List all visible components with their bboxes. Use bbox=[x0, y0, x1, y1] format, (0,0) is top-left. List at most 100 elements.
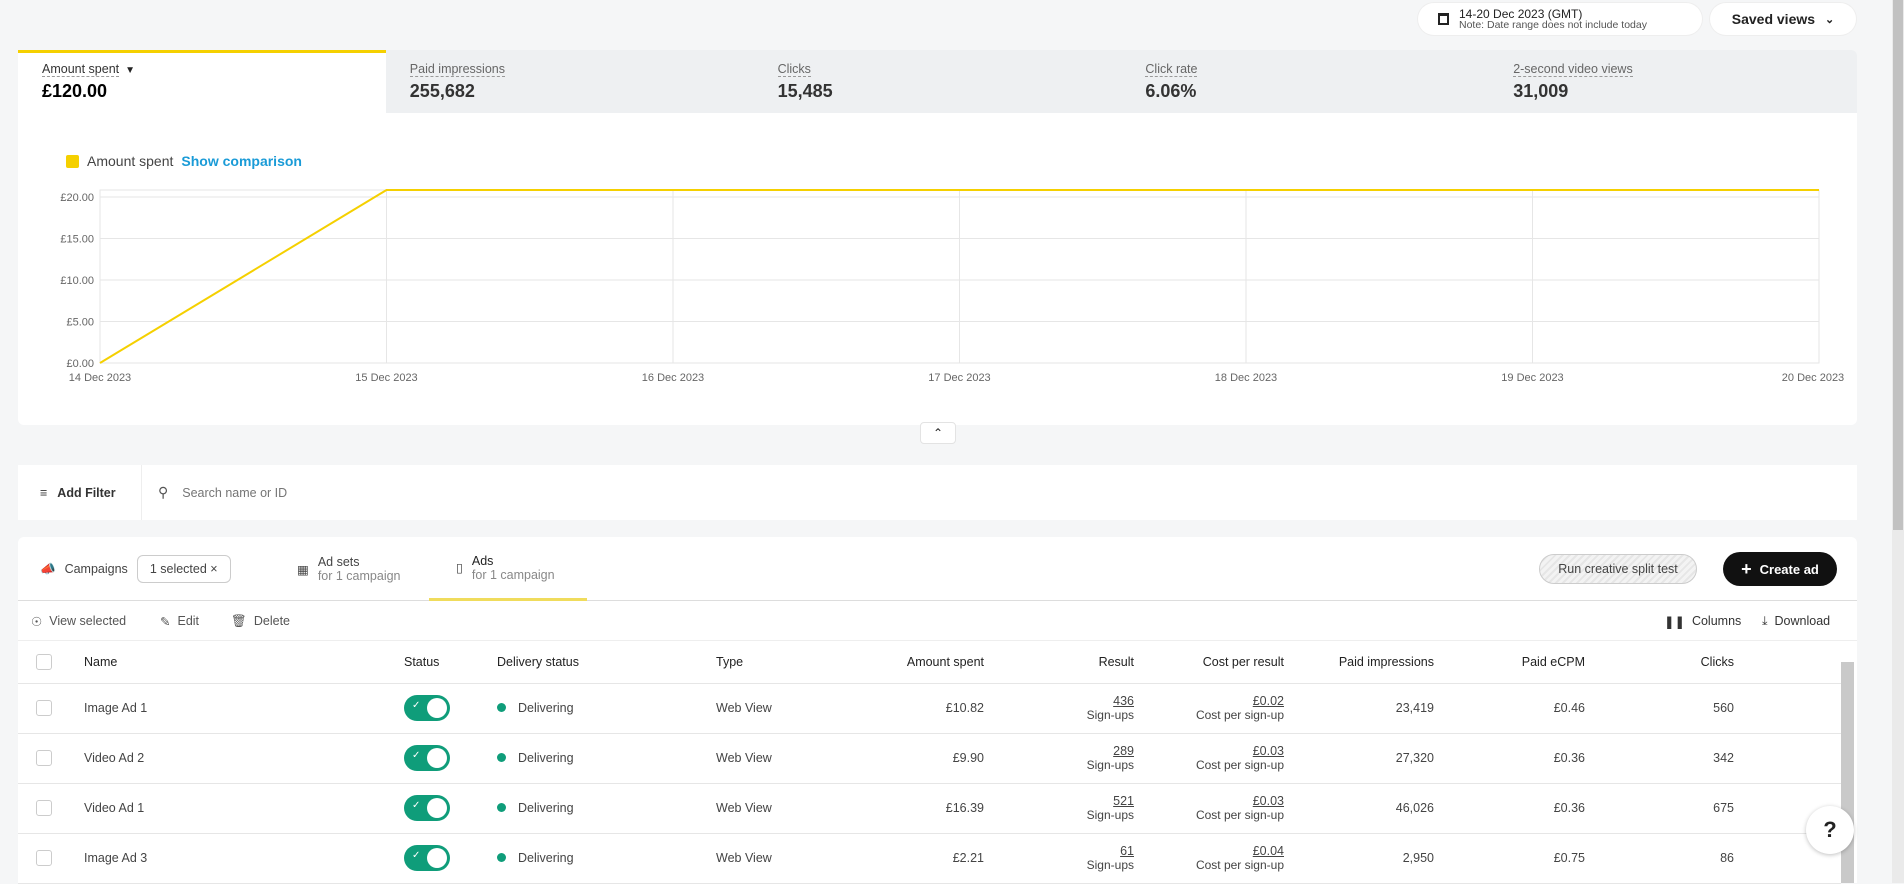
col-type[interactable]: Type bbox=[716, 642, 816, 684]
edit-button[interactable]: ✎ Edit bbox=[160, 601, 199, 641]
result-link[interactable]: 61 bbox=[984, 844, 1134, 858]
y-tick-label: £10.00 bbox=[60, 275, 94, 287]
y-tick-label: £15.00 bbox=[60, 234, 94, 246]
metric-tab[interactable]: Paid impressions 255,682 bbox=[386, 50, 754, 113]
date-note: Note: Date range does not include today bbox=[1459, 18, 1647, 31]
cost-per-result-link[interactable]: £0.02 bbox=[1134, 694, 1284, 708]
cost-per-result-link[interactable]: £0.03 bbox=[1134, 794, 1284, 808]
tab-ad-sets[interactable]: ▦ Ad sets for 1 campaign bbox=[297, 537, 401, 601]
x-tick-label: 20 Dec 2023 bbox=[1782, 372, 1844, 384]
amount-spent: £9.90 bbox=[816, 733, 984, 784]
col-delivery[interactable]: Delivery status bbox=[497, 642, 716, 684]
view-selected-button[interactable]: ☉ View selected bbox=[31, 601, 126, 641]
col-paid-ecpm[interactable]: Paid eCPM bbox=[1434, 642, 1585, 684]
table-row[interactable]: Video Ad 2 ✓ Delivering Web View £9.90 2… bbox=[18, 733, 1841, 784]
cost-per-result-link[interactable]: £0.04 bbox=[1134, 844, 1284, 858]
run-creative-split-test-button[interactable]: Run creative split test bbox=[1539, 554, 1697, 584]
metric-tab[interactable]: Click rate 6.06% bbox=[1121, 50, 1489, 113]
paid-impressions: 27,320 bbox=[1284, 733, 1434, 784]
selected-filter-chip[interactable]: 1 selected × bbox=[136, 555, 231, 583]
delete-button[interactable]: 🗑 Delete bbox=[231, 601, 290, 641]
metric-tab[interactable]: 2-second video views 31,009 bbox=[1489, 50, 1857, 113]
col-clicks[interactable]: Clicks bbox=[1585, 642, 1734, 684]
status-toggle[interactable]: ✓ bbox=[404, 845, 450, 871]
paid-ecpm: £0.46 bbox=[1434, 683, 1585, 734]
col-result[interactable]: Result bbox=[984, 642, 1134, 684]
col-amount-spent[interactable]: Amount spent bbox=[816, 642, 984, 684]
tab-ads[interactable]: ▯ Ads for 1 campaign bbox=[429, 537, 587, 601]
x-tick-label: 16 Dec 2023 bbox=[642, 372, 704, 384]
close-icon[interactable]: × bbox=[210, 562, 217, 576]
result-link[interactable]: 521 bbox=[984, 794, 1134, 808]
result-link[interactable]: 289 bbox=[984, 744, 1134, 758]
clicks: 342 bbox=[1585, 733, 1734, 784]
create-ad-button[interactable]: + Create ad bbox=[1723, 552, 1837, 586]
table-row[interactable]: Image Ad 1 ✓ Delivering Web View £10.82 … bbox=[18, 683, 1841, 734]
help-button[interactable]: ? bbox=[1806, 806, 1854, 854]
page-scrollbar[interactable] bbox=[1892, 0, 1904, 883]
ad-name[interactable]: Video Ad 2 bbox=[84, 733, 404, 784]
columns-button[interactable]: ❚❚ Columns bbox=[1664, 601, 1741, 641]
add-filter-button[interactable]: ≡ Add Filter bbox=[18, 465, 142, 520]
status-dot-icon bbox=[497, 703, 506, 712]
collapse-chart-button[interactable]: ⌃ bbox=[920, 422, 956, 444]
tab-campaigns[interactable]: 📣 Campaigns 1 selected × bbox=[40, 537, 231, 601]
row-checkbox[interactable] bbox=[36, 700, 52, 716]
metrics-strip: Amount spent ▼ £120.00 Paid impressions 255,… bbox=[18, 50, 1857, 113]
status-toggle[interactable]: ✓ bbox=[404, 795, 450, 821]
filter-icon: ≡ bbox=[40, 485, 48, 500]
ad-name[interactable]: Video Ad 1 bbox=[84, 783, 404, 834]
metric-tab[interactable]: Amount spent ▼ £120.00 bbox=[18, 50, 386, 113]
result-link[interactable]: 436 bbox=[984, 694, 1134, 708]
download-button[interactable]: ⤓ Download bbox=[1762, 601, 1830, 641]
download-icon: ⤓ bbox=[1762, 613, 1768, 628]
add-filter-label: Add Filter bbox=[57, 485, 116, 500]
ad-name[interactable]: Image Ad 3 bbox=[84, 833, 404, 884]
download-label: Download bbox=[1774, 614, 1831, 628]
pencil-icon: ✎ bbox=[160, 614, 171, 629]
x-tick-label: 19 Dec 2023 bbox=[1501, 372, 1563, 384]
table-row[interactable]: Image Ad 3 ✓ Delivering Web View £2.21 6… bbox=[18, 833, 1841, 884]
mobile-icon: ▯ bbox=[456, 561, 463, 575]
cost-per-result-type: Cost per sign-up bbox=[1195, 708, 1284, 722]
chevron-up-icon: ⌃ bbox=[932, 426, 944, 440]
select-all-checkbox[interactable] bbox=[36, 654, 52, 671]
saved-views-label: Saved views bbox=[1731, 11, 1816, 27]
eye-icon: ☉ bbox=[31, 614, 43, 629]
col-name[interactable]: Name bbox=[84, 642, 404, 684]
chevron-down-icon: ⌄ bbox=[1825, 13, 1835, 26]
cost-per-result-type: Cost per sign-up bbox=[1195, 758, 1284, 772]
col-status[interactable]: Status bbox=[404, 642, 497, 684]
search-field[interactable]: ⚲ bbox=[142, 484, 1683, 501]
chip-label: 1 selected bbox=[149, 562, 207, 576]
col-paid-impressions[interactable]: Paid impressions bbox=[1284, 642, 1434, 684]
status-toggle[interactable]: ✓ bbox=[404, 745, 450, 771]
date-range-picker[interactable]: 14-20 Dec 2023 (GMT) Note: Date range doe… bbox=[1418, 3, 1702, 35]
search-input[interactable] bbox=[182, 485, 1683, 500]
metric-label: 2-second video views bbox=[1513, 62, 1633, 77]
x-tick-label: 18 Dec 2023 bbox=[1215, 372, 1277, 384]
delivery-status: Delivering bbox=[518, 751, 574, 765]
check-icon: ✓ bbox=[412, 800, 421, 811]
tab-label: Campaigns bbox=[64, 562, 128, 576]
columns-icon: ❚❚ bbox=[1664, 614, 1685, 629]
metric-tab[interactable]: Clicks 15,485 bbox=[754, 50, 1122, 113]
metric-label: Clicks bbox=[777, 62, 811, 77]
x-tick-label: 17 Dec 2023 bbox=[928, 372, 990, 384]
row-checkbox[interactable] bbox=[36, 800, 52, 816]
ad-name[interactable]: Image Ad 1 bbox=[84, 683, 404, 734]
check-icon: ✓ bbox=[412, 700, 421, 711]
create-ad-label: Create ad bbox=[1759, 561, 1819, 577]
row-checkbox[interactable] bbox=[36, 850, 52, 866]
status-dot-icon bbox=[497, 853, 506, 862]
saved-views-button[interactable]: Saved views ⌄ bbox=[1710, 3, 1856, 35]
col-cost-per-result[interactable]: Cost per result bbox=[1134, 642, 1284, 684]
amount-spent-chart: £0.00 £5.00 £10.00 £15.00 £20.00 14 Dec 2023 1… bbox=[60, 189, 1844, 384]
cost-per-result-link[interactable]: £0.03 bbox=[1134, 744, 1284, 758]
paid-impressions: 2,950 bbox=[1284, 833, 1434, 884]
status-toggle[interactable]: ✓ bbox=[404, 695, 450, 721]
x-tick-label: 14 Dec 2023 bbox=[69, 372, 131, 384]
row-checkbox[interactable] bbox=[36, 750, 52, 766]
date-range: 14-20 Dec 2023 (GMT) bbox=[1459, 6, 1583, 21]
table-row[interactable]: Video Ad 1 ✓ Delivering Web View £16.39 … bbox=[18, 783, 1841, 834]
